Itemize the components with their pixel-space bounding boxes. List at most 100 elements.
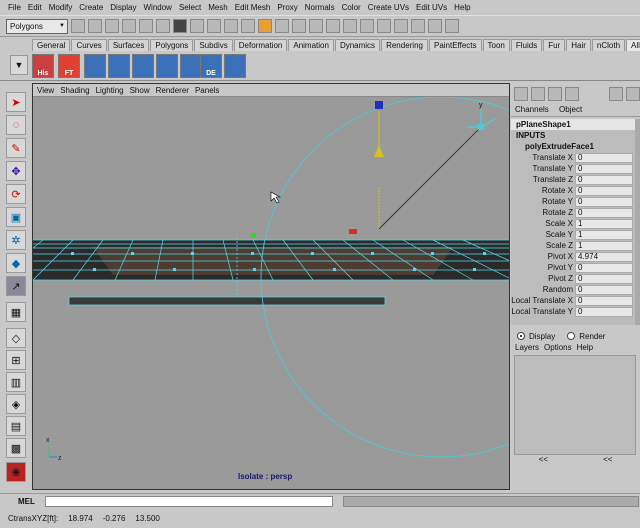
attribute-value[interactable]: 0 <box>575 274 633 284</box>
color-palette-icon[interactable] <box>609 87 623 101</box>
four-pane-layout-icon[interactable]: ⊞ <box>6 350 26 370</box>
viewport-menu-panels[interactable]: Panels <box>195 86 219 95</box>
shelf-button-3[interactable] <box>84 54 106 78</box>
channel-box-toggle-icon[interactable] <box>411 19 425 33</box>
mask-icon[interactable] <box>173 19 187 33</box>
layer-menu-options[interactable]: Options <box>544 343 572 352</box>
attribute-label[interactable]: Pivot Z <box>511 273 575 284</box>
hypershade-layout-icon[interactable]: ▩ <box>6 438 26 458</box>
snap-point-icon[interactable] <box>292 19 306 33</box>
input-output-icon[interactable] <box>394 19 408 33</box>
uv-mask-icon[interactable] <box>241 19 255 33</box>
attribute-value[interactable]: 0 <box>575 296 633 306</box>
attribute-label[interactable]: Translate X <box>511 152 575 163</box>
attribute-label[interactable]: Rotate X <box>511 185 575 196</box>
shelf-tab-toon[interactable]: Toon <box>482 39 510 51</box>
attribute-value[interactable]: 0 <box>575 175 633 185</box>
node-name[interactable]: pPlaneShape1 <box>511 119 635 130</box>
mel-input[interactable] <box>44 495 333 507</box>
open-scene-icon[interactable] <box>88 19 102 33</box>
layer-menu-help[interactable]: Help <box>577 343 593 352</box>
attribute-label[interactable]: Scale X <box>511 218 575 229</box>
viewport-menu-renderer[interactable]: Renderer <box>156 86 189 95</box>
shelf-tab-alleyext[interactable]: AlleyExt <box>626 39 640 51</box>
viewport-menu-lighting[interactable]: Lighting <box>96 86 124 95</box>
attribute-value[interactable]: 0 <box>575 164 633 174</box>
persp-outliner-layout-icon[interactable]: ◈ <box>6 394 26 414</box>
menu-proxy[interactable]: Proxy <box>277 3 297 12</box>
attribute-label[interactable]: Translate Y <box>511 163 575 174</box>
shelf-tab-subdivs[interactable]: Subdivs <box>194 39 233 51</box>
attribute-label[interactable]: Scale Z <box>511 240 575 251</box>
mode-selector[interactable]: Polygons <box>6 18 68 34</box>
history-icon[interactable] <box>326 19 340 33</box>
attribute-value[interactable]: 0 <box>575 153 633 163</box>
display-radio[interactable] <box>517 332 525 340</box>
menu-edit[interactable]: Edit <box>28 3 42 12</box>
layer-editor-icon[interactable] <box>548 87 562 101</box>
channel-box-icon[interactable] <box>514 87 528 101</box>
menu-window[interactable]: Window <box>144 3 172 12</box>
layer-nav-right[interactable]: << <box>603 455 612 467</box>
attribute-value[interactable]: 0 <box>575 285 633 295</box>
shelf-button-7[interactable] <box>180 54 202 78</box>
shelf-button-5[interactable] <box>132 54 154 78</box>
attribute-label[interactable]: Scale Y <box>511 229 575 240</box>
menu-modify[interactable]: Modify <box>49 3 73 12</box>
ipr-render-icon[interactable] <box>360 19 374 33</box>
attribute-label[interactable]: Local Translate X <box>511 295 575 306</box>
attribute-value[interactable]: 4.974 <box>575 252 633 262</box>
vertex-mask-icon[interactable] <box>190 19 204 33</box>
render-radio[interactable] <box>567 332 576 340</box>
menu-create-uvs[interactable]: Create UVs <box>368 3 409 12</box>
single-pane-layout-icon[interactable]: ◇ <box>6 328 26 348</box>
edge-mask-icon[interactable] <box>207 19 221 33</box>
snap-curve-icon[interactable] <box>275 19 289 33</box>
attribute-value[interactable]: 1 <box>575 230 633 240</box>
channel-box-scrollbar[interactable] <box>635 119 640 325</box>
show-manip-icon[interactable]: ↗ <box>6 276 26 296</box>
shelf-tab-dynamics[interactable]: Dynamics <box>334 39 381 51</box>
select-object-icon[interactable] <box>139 19 153 33</box>
viewport-canvas[interactable]: y z x <box>33 97 509 489</box>
menu-file[interactable]: File <box>8 3 21 12</box>
menu-help[interactable]: Help <box>454 3 470 12</box>
snap-plane-icon[interactable] <box>309 19 323 33</box>
attribute-label[interactable]: Translate Z <box>511 174 575 185</box>
menu-color[interactable]: Color <box>342 3 361 12</box>
menu-select[interactable]: Select <box>179 3 201 12</box>
shelf-tab-rendering[interactable]: Rendering <box>381 39 428 51</box>
shelf-tab-animation[interactable]: Animation <box>288 39 334 51</box>
lasso-tool-icon[interactable]: ◌ <box>6 115 26 135</box>
shelf-menu-icon[interactable]: ▼ <box>10 55 28 75</box>
shelf-tab-hair[interactable]: Hair <box>566 39 591 51</box>
attribute-value[interactable]: 1 <box>575 219 633 229</box>
viewport-menu-shading[interactable]: Shading <box>60 86 89 95</box>
scale-tool-icon[interactable]: ▣ <box>6 207 26 227</box>
shelf-button-8[interactable]: DE <box>200 54 222 78</box>
shelf-button-2[interactable]: FT <box>58 54 80 78</box>
snap-grid-icon[interactable] <box>258 19 272 33</box>
shelf-tab-general[interactable]: General <box>32 39 71 51</box>
shelf-button-1[interactable]: His <box>32 54 54 78</box>
tab-channels[interactable]: Channels <box>515 105 549 114</box>
render-settings-icon[interactable] <box>377 19 391 33</box>
render-icon[interactable] <box>343 19 357 33</box>
shelf-tab-deformation[interactable]: Deformation <box>233 39 288 51</box>
layer-list[interactable] <box>514 355 636 455</box>
channel-box-layers-icon[interactable] <box>531 87 545 101</box>
attribute-value[interactable]: 0 <box>575 186 633 196</box>
attribute-value[interactable]: 0 <box>575 208 633 218</box>
menu-edit-uvs[interactable]: Edit UVs <box>416 3 447 12</box>
input-node-name[interactable]: polyExtrudeFace1 <box>511 141 635 152</box>
last-tool-icon[interactable]: ▦ <box>6 302 26 322</box>
soft-mod-icon[interactable]: ◆ <box>6 253 26 273</box>
menu-edit-mesh[interactable]: Edit Mesh <box>235 3 271 12</box>
shelf-tab-fluids[interactable]: Fluids <box>510 39 543 51</box>
swatch-icon[interactable] <box>626 87 640 101</box>
mel-label[interactable]: MEL <box>18 497 35 506</box>
tab-object[interactable]: Object <box>559 105 582 114</box>
two-pane-layout-icon[interactable]: ▥ <box>6 372 26 392</box>
shelf-button-4[interactable] <box>108 54 130 78</box>
universal-manip-icon[interactable]: ✲ <box>6 230 26 250</box>
